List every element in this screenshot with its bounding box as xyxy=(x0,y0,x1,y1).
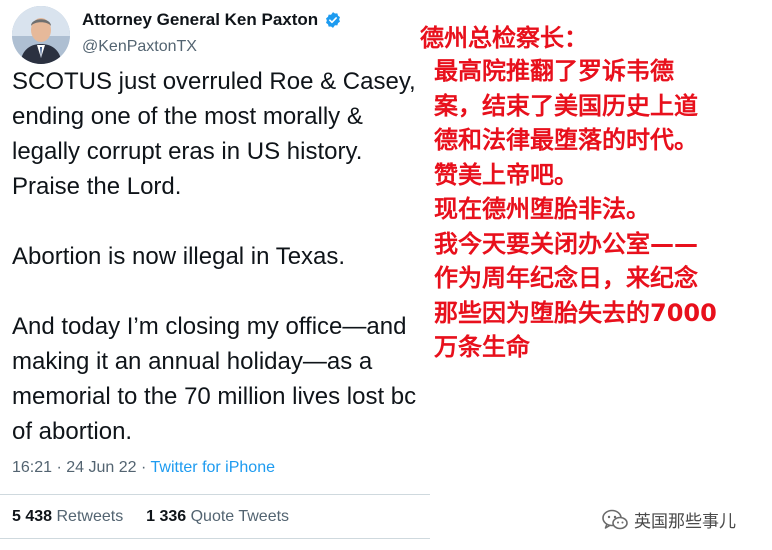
author-handle[interactable]: @KenPaxtonTX xyxy=(82,38,342,56)
meta-separator: · xyxy=(141,459,147,476)
tweet-meta: 16:21 · 24 Jun 22 · Twitter for iPhone xyxy=(12,459,275,477)
tweet-paragraph-2: Abortion is now illegal in Texas. xyxy=(12,243,346,270)
watermark-text: 英国那些事儿 xyxy=(634,512,736,532)
translation-line: 我今天要关闭办公室—— xyxy=(434,229,698,258)
translation-title: 德州总检察长： xyxy=(420,24,588,52)
retweets-count: 5 438 xyxy=(12,508,53,525)
translation-line: 德和法律最堕落的时代。 xyxy=(434,126,698,154)
author-name-row[interactable]: Attorney General Ken Paxton xyxy=(82,10,342,30)
translation-line: 现在德州堕胎非法。 xyxy=(434,195,650,223)
tweet-source-link[interactable]: Twitter for iPhone xyxy=(151,459,276,476)
avatar[interactable] xyxy=(12,6,70,64)
meta-separator: · xyxy=(56,459,62,476)
author-name[interactable]: Attorney General Ken Paxton xyxy=(82,10,318,30)
retweets-label: Retweets xyxy=(56,508,124,525)
translation-line: 万条生命 xyxy=(434,333,530,361)
tweet-paragraph-3: And today I’m closing my office—and maki… xyxy=(12,313,417,445)
translation-line: 案，结束了美国历史上道 xyxy=(434,91,698,120)
translation-line: 赞美上帝吧。 xyxy=(434,160,578,189)
tweet-stats: 5 438 Retweets 1 336 Quote Tweets xyxy=(12,508,289,526)
translation-line: 那些因为堕胎失去的7000 xyxy=(434,298,717,327)
tweet-time[interactable]: 16:21 xyxy=(12,459,52,476)
quote-tweets-count: 1 336 xyxy=(146,508,187,525)
watermark: 英国那些事儿 xyxy=(602,507,736,532)
wechat-icon xyxy=(602,509,628,529)
retweets-stat[interactable]: 5 438 Retweets xyxy=(12,508,128,525)
profile-photo xyxy=(12,6,70,64)
tweet-paragraph-1: SCOTUS just overruled Roe & Casey, endin… xyxy=(12,68,416,200)
tweet-date[interactable]: 24 Jun 22 xyxy=(66,459,136,476)
translation-line: 作为周年纪念日，来纪念 xyxy=(434,264,698,292)
tweet-card: Attorney General Ken Paxton @KenPaxtonTX… xyxy=(0,0,430,550)
translation-line: 最高院推翻了罗诉韦德 xyxy=(434,57,674,85)
divider xyxy=(0,538,430,539)
quote-tweets-stat[interactable]: 1 336 Quote Tweets xyxy=(146,508,289,525)
quote-tweets-label: Quote Tweets xyxy=(190,508,290,525)
tweet-author: Attorney General Ken Paxton @KenPaxtonTX xyxy=(82,10,342,56)
tweet-text: SCOTUS just overruled Roe & Casey, endin… xyxy=(12,64,430,484)
verified-badge-icon xyxy=(326,12,341,28)
divider xyxy=(0,494,430,495)
chinese-translation: 德州总检察长： 最高院推翻了罗诉韦德 案，结束了美国历史上道 德和法律最堕落的时… xyxy=(420,22,717,365)
